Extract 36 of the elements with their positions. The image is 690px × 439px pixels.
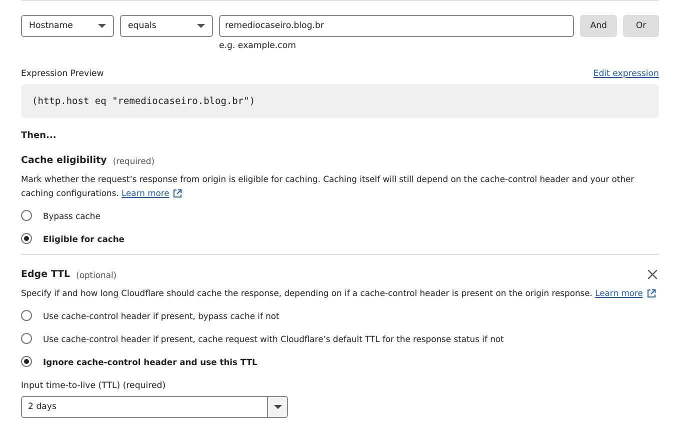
learn-more-link[interactable]: Learn more [122, 186, 170, 200]
value-input[interactable]: remediocaseiro.blog.br [219, 15, 574, 37]
radio-button[interactable] [21, 233, 32, 244]
then-heading: Then... [21, 131, 58, 141]
section-description: Specify if and how long Cloudflare should cache the response, depending on if a cache-control header is present on the origin response. Learn more [21, 286, 659, 300]
radio-button[interactable] [21, 333, 32, 344]
operator-dropdown[interactable]: equals [120, 15, 213, 37]
ttl-dropdown[interactable]: 2 days [21, 396, 288, 418]
edit-expression-link[interactable]: Edit expression [593, 69, 659, 79]
option-label: Bypass cache [43, 210, 100, 220]
close-icon[interactable] [648, 270, 657, 279]
input-hint: e.g. example.com [219, 41, 298, 51]
radio-button[interactable] [21, 356, 32, 367]
field-dropdown[interactable]: Hostname [21, 15, 114, 37]
radio-button[interactable] [21, 210, 32, 221]
section-tag: (required) [112, 156, 154, 166]
expression-code: (http.host eq "remediocaseiro.blog.br") [21, 84, 659, 118]
ttl-label: Input time-to-live (TTL) (required) [21, 381, 167, 391]
caret-icon [274, 405, 282, 409]
caret-icon [197, 24, 205, 28]
expression-preview-label: Expression Preview [21, 69, 104, 79]
option-label: Use cache-control header if present, cache request with Cloudflare’s default TTL for the response status if not [43, 334, 504, 344]
section-title: Cache eligibility [21, 155, 107, 166]
option-label: Eligible for cache [43, 234, 124, 244]
caret-icon [98, 24, 106, 28]
option-label: Ignore cache-control header and use this TTL [43, 356, 258, 366]
radio-button[interactable] [21, 310, 32, 321]
logic-button[interactable]: And [580, 15, 617, 37]
section-title: Edge TTL [21, 269, 70, 280]
section-description: Mark whether the request’s response from origin is eligible for caching. Caching itself will still depend on the cache-control header and your other caching configurations. Learn more [21, 173, 636, 200]
learn-more-link[interactable]: Learn more [595, 286, 643, 300]
option-label: Use cache-control header if present, bypass cache if not [43, 310, 280, 320]
external-link-icon [646, 288, 656, 298]
logic-button[interactable]: Or [623, 15, 659, 37]
section-tag: (optional) [76, 270, 117, 280]
external-link-icon [173, 188, 182, 198]
